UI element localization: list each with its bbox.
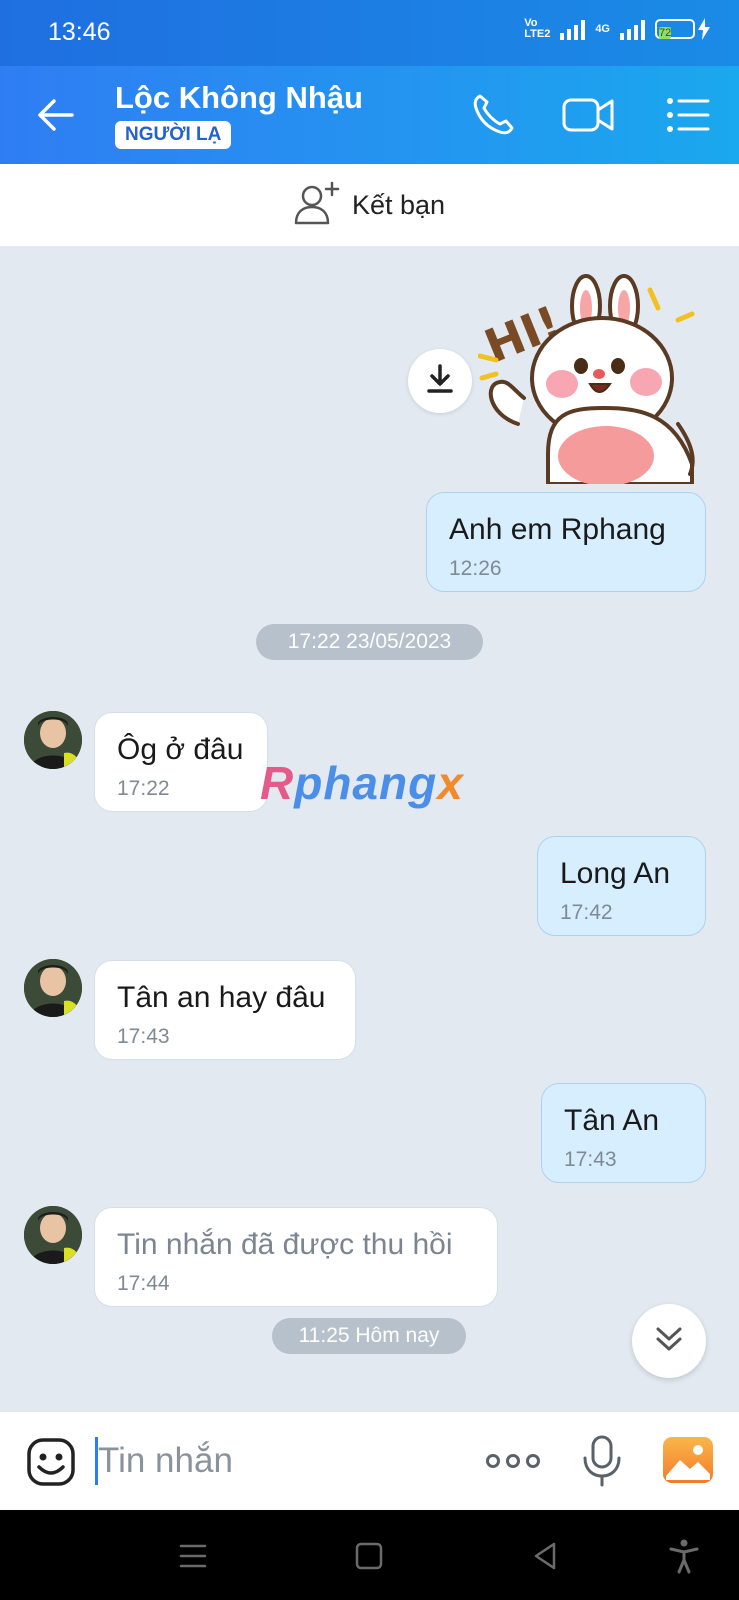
accessibility-icon[interactable] (666, 1538, 702, 1574)
contact-name[interactable]: Lộc Không Nhậu (115, 80, 363, 116)
back-icon[interactable] (527, 1538, 563, 1574)
stranger-badge: NGƯỜI LẠ (115, 121, 232, 149)
double-chevron-down-icon (653, 1323, 685, 1360)
add-friend-icon (294, 181, 340, 230)
message-time: 17:22 (117, 777, 170, 800)
message-bubble-sent[interactable]: Anh em Rphang 12:26 (426, 492, 706, 592)
avatar[interactable] (24, 1206, 82, 1264)
more-icon[interactable] (486, 1444, 542, 1478)
scroll-to-bottom-button[interactable] (632, 1304, 706, 1378)
status-time: 13:46 (48, 18, 111, 46)
message-text: Tân An (564, 1104, 660, 1137)
chat-area[interactable]: HI! Anh em Rphang 12:26 17:22 23/05/2023 (0, 246, 739, 1412)
chat-header: Lộc Không Nhậu NGƯỜI LẠ (0, 66, 739, 164)
back-arrow-icon[interactable] (32, 92, 80, 138)
message-text: Anh em Rphang (449, 513, 666, 546)
message-bubble-received[interactable]: Tân an hay đâu 17:43 (94, 960, 356, 1060)
message-bubble-sent[interactable]: Long An 17:42 (537, 836, 706, 936)
message-time: 12:26 (449, 557, 502, 580)
avatar[interactable] (24, 959, 82, 1017)
volte-icon: Vo LTE2 (524, 17, 551, 40)
home-icon[interactable] (351, 1538, 387, 1574)
download-sticker-button[interactable] (408, 349, 472, 413)
avatar[interactable] (24, 711, 82, 769)
status-icons: Vo LTE2 4G 72 (524, 18, 711, 40)
message-text: Ôg ở đâu (117, 733, 244, 766)
add-friend-label: Kết bạn (351, 189, 446, 220)
menu-icon[interactable] (175, 1538, 211, 1574)
video-call-icon[interactable] (560, 88, 614, 142)
emoji-icon[interactable] (26, 1437, 76, 1487)
signal-icon (560, 18, 586, 40)
bunny-sticker[interactable]: HI! (477, 274, 716, 486)
add-friend-bar[interactable]: Kết bạn (0, 164, 739, 246)
system-nav-bar (0, 1510, 739, 1600)
image-icon[interactable] (662, 1436, 714, 1484)
date-separator: 17:22 23/05/2023 (256, 624, 483, 660)
phone-icon[interactable] (466, 88, 520, 142)
mic-icon[interactable] (580, 1434, 624, 1488)
message-time: 17:43 (564, 1148, 617, 1171)
message-input-bar (0, 1412, 739, 1510)
message-time: 17:43 (117, 1025, 170, 1048)
menu-list-icon[interactable] (664, 88, 718, 142)
message-bubble-sent[interactable]: Tân An 17:43 (541, 1083, 706, 1183)
status-bar: 13:46 Vo LTE2 4G 72 (0, 0, 739, 66)
message-bubble-received[interactable]: Ôg ở đâu 17:22 (94, 712, 268, 812)
message-text: Tin nhắn đã được thu hồi (117, 1228, 453, 1261)
message-input[interactable] (98, 1432, 468, 1490)
download-icon (425, 363, 455, 400)
message-bubble-recalled[interactable]: Tin nhắn đã được thu hồi 17:44 (94, 1207, 498, 1307)
signal-2-icon (620, 18, 645, 40)
message-time: 17:44 (117, 1272, 170, 1295)
watermark-logo: Rphangx (260, 757, 464, 809)
network-type-label: 4G (595, 23, 610, 35)
message-text: Long An (560, 857, 671, 890)
battery-icon: 72 (655, 18, 711, 40)
date-separator: 11:25 Hôm nay (272, 1318, 466, 1354)
battery-level: 72 (659, 27, 672, 39)
message-time: 17:42 (560, 901, 613, 924)
message-text: Tân an hay đâu (117, 981, 326, 1014)
